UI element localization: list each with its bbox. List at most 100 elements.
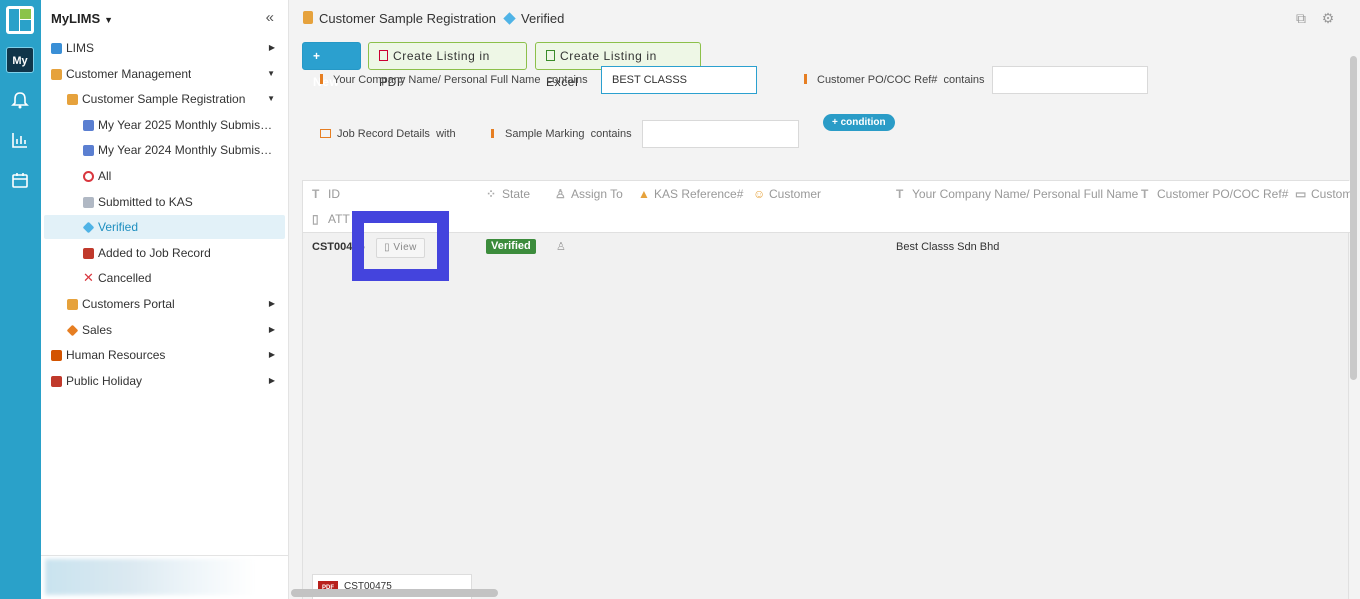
sidebar-item-label: Submitted to KAS: [98, 195, 193, 209]
caret-down-icon[interactable]: ▼: [267, 87, 275, 111]
filter-company-field: Your Company Name/ Personal Full Name: [333, 74, 541, 86]
sidebar-item[interactable]: Human Resources ▶: [44, 343, 285, 367]
my-workspace-button[interactable]: My: [6, 47, 34, 73]
column-att-label: ATT: [328, 212, 350, 226]
po-ref-filter-input[interactable]: [992, 66, 1148, 94]
breadcrumb-item-registration[interactable]: Customer Sample Registration: [319, 11, 496, 26]
sidebar-item[interactable]: LIMS ▶: [44, 36, 285, 60]
filter-job-op[interactable]: with: [436, 128, 456, 140]
column-custom[interactable]: ▭ Custom: [1295, 187, 1352, 201]
filter-marking-field: Sample Marking: [505, 128, 585, 140]
sidebar-item[interactable]: Customers Portal ▶: [44, 292, 285, 316]
cross-icon: ✕: [83, 270, 94, 285]
company-name-filter-input[interactable]: BEST CLASSS: [601, 66, 757, 94]
column-customer[interactable]: ☺ Customer: [753, 187, 821, 201]
column-state[interactable]: ⁘ State: [486, 187, 530, 201]
add-condition-button[interactable]: + condition: [823, 114, 895, 131]
sidebar-item-label: Customers Portal: [82, 297, 175, 311]
calendar-icon[interactable]: [10, 170, 30, 190]
sidebar-item-label: My Year 2024 Monthly Submission…: [98, 143, 277, 157]
create-pdf-button[interactable]: Create Listing in PDF: [368, 42, 527, 89]
text-type-icon: T: [896, 187, 904, 201]
bar-chart-icon: [83, 120, 94, 131]
bar-chart-icon: [83, 145, 94, 156]
column-att[interactable]: ▯ ATT: [312, 212, 350, 226]
column-custom-label: Custom: [1311, 187, 1353, 201]
column-kas-reference-label: KAS Reference#: [654, 187, 744, 201]
filter-po-op[interactable]: contains: [944, 74, 985, 86]
app-name: MyLIMS: [51, 11, 101, 26]
sidebar-item-label: My Year 2025 Monthly Submission…: [98, 118, 277, 132]
bell-icon[interactable]: [10, 90, 30, 110]
app-switcher[interactable]: MyLIMS ▼: [51, 11, 113, 26]
row-company-name: Best Classs Sdn Bhd: [896, 241, 1000, 253]
globe-icon: [51, 43, 62, 54]
caret-right-icon[interactable]: ▶: [269, 369, 275, 393]
smiley-icon: [51, 69, 62, 80]
user-icon: ♙: [555, 187, 566, 201]
caret-down-icon[interactable]: ▼: [267, 62, 275, 86]
sitemap-icon[interactable]: ⧉: [1293, 10, 1309, 26]
new-button[interactable]: + New: [302, 42, 361, 89]
caret-right-icon[interactable]: ▶: [269, 292, 275, 316]
report-chart-icon[interactable]: [10, 130, 30, 150]
column-assign-to-label: Assign To: [571, 187, 623, 201]
sidebar-item[interactable]: ✕ Cancelled: [44, 266, 285, 290]
filter-marking-op[interactable]: contains: [591, 128, 632, 140]
filter-panel: Your Company Name/ Personal Full Name co…: [302, 66, 1352, 170]
filter-company-op[interactable]: contains: [547, 74, 588, 86]
horizontal-scrollbar[interactable]: [291, 589, 498, 597]
breadcrumb-item-verified[interactable]: Verified: [521, 11, 564, 26]
highlight-box: [352, 211, 449, 281]
filter-job-field: Job Record Details: [337, 128, 430, 140]
caret-down-icon: ▼: [104, 15, 114, 25]
sidebar-item-label: Customer Sample Registration: [82, 92, 246, 106]
header-bar: Customer Sample Registration Verified ⧉ ⚙: [289, 0, 1360, 36]
sidebar-item-label: All: [98, 169, 112, 183]
file-icon: ▯: [312, 212, 319, 226]
column-kas-reference[interactable]: ▲ KAS Reference#: [638, 187, 743, 201]
user-profile-blurred[interactable]: [45, 559, 255, 595]
sidebar-item-label: Human Resources: [66, 348, 166, 362]
filter-company-label: Your Company Name/ Personal Full Name co…: [320, 74, 588, 86]
sidebar-item[interactable]: Public Holiday ▶: [44, 369, 285, 393]
spinner-icon: ⁘: [486, 187, 497, 201]
main-panel: Customer Sample Registration Verified ⧉ ⚙…: [289, 0, 1360, 599]
column-assign-to[interactable]: ♙ Assign To: [555, 187, 623, 201]
caret-right-icon[interactable]: ▶: [269, 36, 275, 60]
scroll-icon: [303, 11, 313, 24]
sidebar-item-label: Verified: [98, 220, 139, 234]
column-customer-label: Customer: [769, 187, 822, 201]
column-po-ref[interactable]: T Customer PO/COC Ref#: [1141, 187, 1288, 201]
sidebar-item-label: Cancelled: [98, 271, 152, 285]
customer-icon: ☺: [753, 187, 766, 201]
breadcrumb: Customer Sample Registration Verified: [319, 11, 564, 26]
sidebar-item-label: Added to Job Record: [98, 246, 211, 260]
sidebar-item[interactable]: All: [44, 164, 285, 188]
sidebar-item[interactable]: Customer Sample Registration ▼: [44, 87, 285, 111]
double-chevron-left-icon[interactable]: «: [266, 9, 274, 26]
caret-right-icon[interactable]: ▶: [269, 343, 275, 367]
filter-marking-label: Sample Marking contains: [491, 128, 632, 140]
sidebar-item-label: LIMS: [66, 41, 95, 55]
sidebar-item[interactable]: Submitted to KAS: [44, 190, 285, 214]
sidebar-item[interactable]: Verified: [44, 215, 285, 239]
sample-marking-filter-input[interactable]: [642, 120, 799, 148]
column-company-name[interactable]: T Your Company Name/ Personal Full Name: [896, 187, 1138, 201]
sidebar-item[interactable]: Added to Job Record: [44, 241, 285, 265]
sidebar-item[interactable]: Sales ▶: [44, 318, 285, 342]
column-id[interactable]: T ID: [312, 187, 340, 201]
calendar-icon: [51, 376, 62, 387]
sidebar-item[interactable]: Customer Management ▼: [44, 62, 285, 86]
sidebar-item[interactable]: My Year 2025 Monthly Submission…: [44, 113, 285, 137]
sidebar-item[interactable]: My Year 2024 Monthly Submission…: [44, 138, 285, 162]
table-row[interactable]: CST00475 ▯ View Verified ♙ Best Classs S…: [303, 234, 1350, 258]
column-po-ref-label: Customer PO/COC Ref#: [1157, 187, 1289, 201]
gear-icon[interactable]: ⚙: [1320, 10, 1336, 26]
status-badge: Verified: [486, 239, 536, 254]
diamond-orange-icon: [66, 324, 79, 337]
assign-user-icon[interactable]: ♙: [556, 240, 566, 253]
caret-right-icon[interactable]: ▶: [269, 318, 275, 342]
app-logo-icon[interactable]: [6, 6, 34, 34]
vertical-scrollbar[interactable]: [1350, 56, 1357, 380]
